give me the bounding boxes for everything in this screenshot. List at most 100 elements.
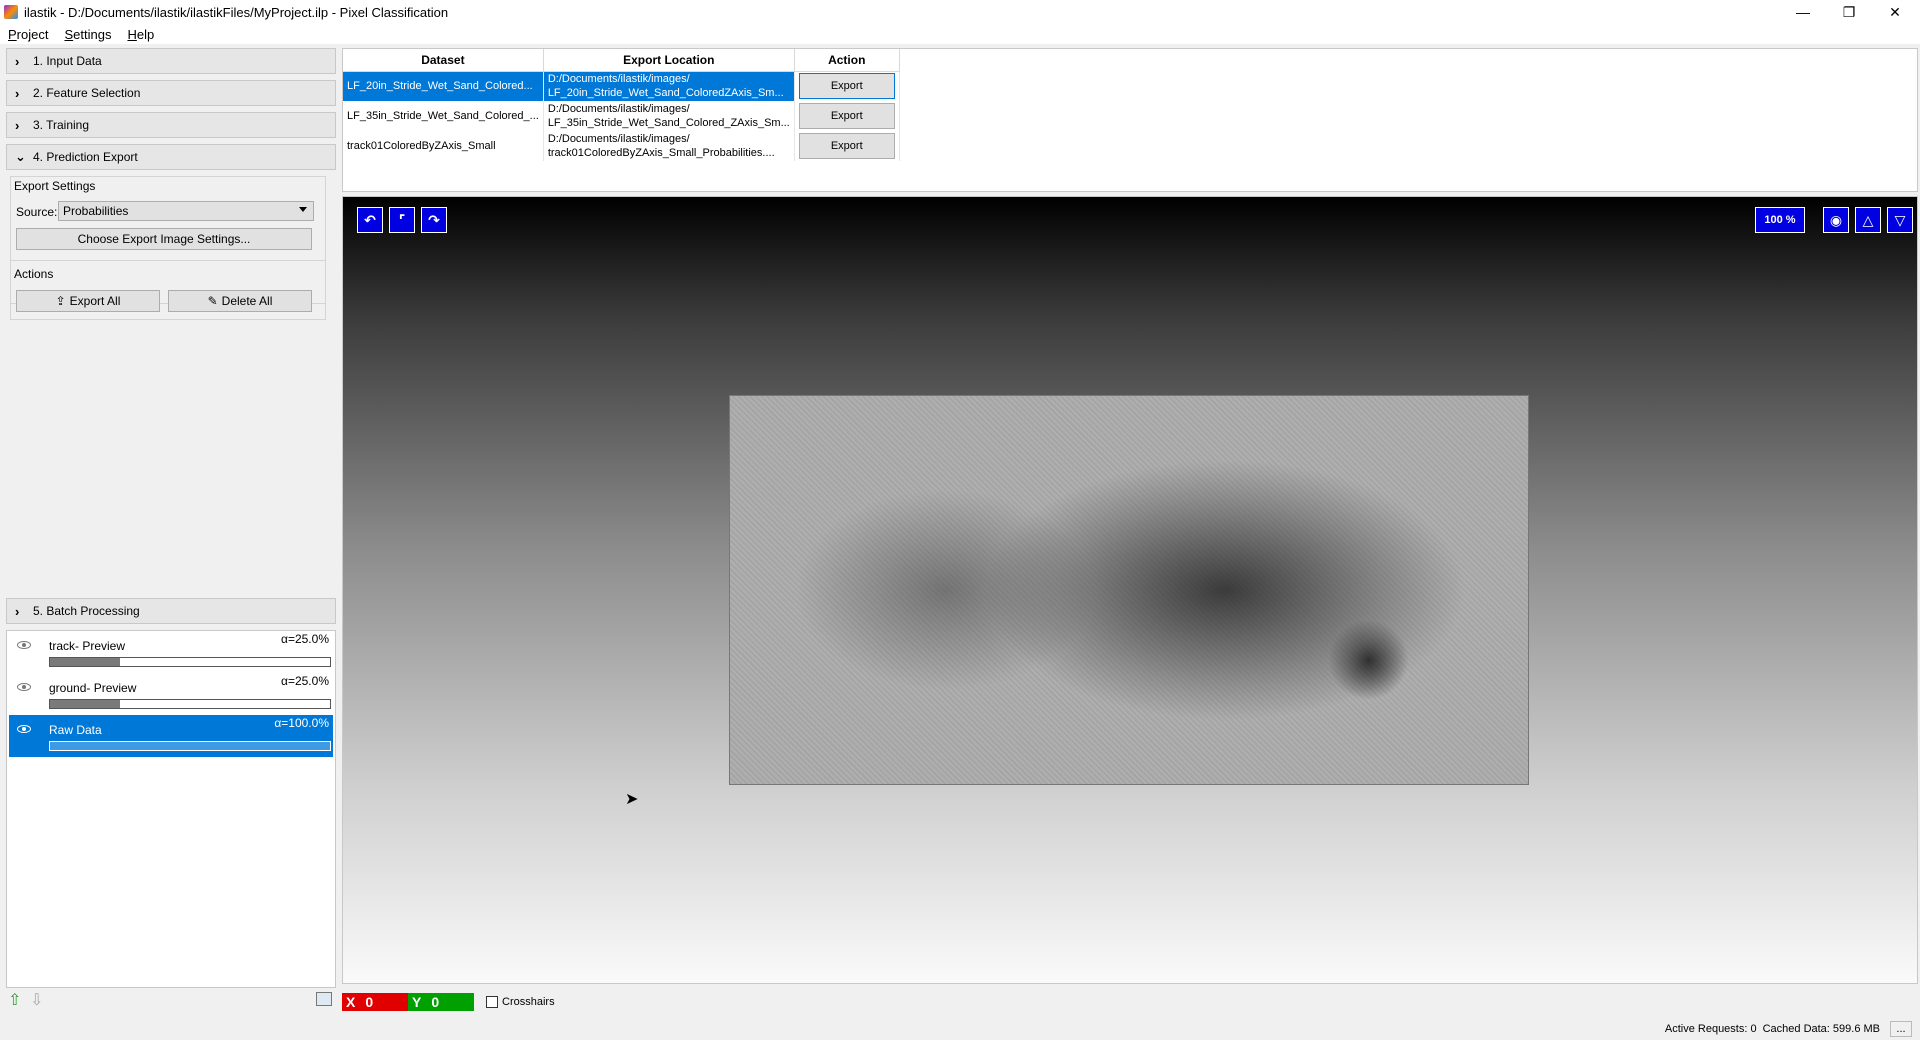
actions-title: Actions — [14, 267, 54, 281]
menu-settings[interactable]: Settings — [64, 27, 111, 42]
crosshairs-label: Crosshairs — [502, 996, 555, 1008]
export-location-file: track01ColoredByZAxis_Small_Probabilitie… — [547, 147, 775, 159]
fit-view-icon[interactable]: ⌜ — [389, 207, 415, 233]
y-coordinate[interactable]: Y 0 — [408, 993, 474, 1011]
dataset-cell[interactable]: LF_20in_Stride_Wet_Sand_Colored... — [343, 71, 544, 101]
applet-label: 5. Batch Processing — [33, 604, 140, 618]
window-title: ilastik - D:/Documents/ilastik/ilastikFi… — [24, 4, 449, 20]
export-icon: ⇪ — [55, 294, 66, 308]
applet-prediction-export[interactable]: ⌄ 4. Prediction Export — [6, 144, 336, 170]
export-location-cell[interactable]: D:/Documents/ilastik/images/ LF_20in_Str… — [543, 71, 795, 101]
export-location-cell[interactable]: D:/Documents/ilastik/images/ track01Colo… — [543, 131, 795, 161]
status-more-button[interactable]: ... — [1890, 1021, 1912, 1037]
menu-project[interactable]: Project — [8, 27, 48, 42]
choose-export-image-settings-button[interactable]: Choose Export Image Settings... — [16, 228, 312, 250]
chevron-right-icon: › — [15, 117, 20, 133]
x-value: 0 — [365, 994, 374, 1010]
undo-rotate-icon[interactable]: ↶ — [357, 207, 383, 233]
raw-data-image[interactable] — [729, 395, 1529, 785]
opacity-slider[interactable] — [49, 699, 331, 709]
layer-name: track- Preview — [49, 639, 126, 653]
y-value: 0 — [431, 994, 440, 1010]
export-all-button[interactable]: ⇪ Export All — [16, 290, 160, 312]
dataset-export-table: Dataset Export Location Action LF_20in_S… — [342, 48, 1918, 192]
layer-name: Raw Data — [49, 723, 102, 737]
minimize-button[interactable]: — — [1780, 0, 1826, 24]
menu-bar: Project Settings Help — [0, 24, 1920, 44]
applet-drawer: › 1. Input Data › 2. Feature Selection ›… — [6, 48, 336, 1009]
layer-opacity: α=25.0% — [281, 632, 329, 646]
camera-icon[interactable]: ◉ — [1823, 207, 1849, 233]
column-header-export-location[interactable]: Export Location — [543, 49, 795, 72]
applet-label: 4. Prediction Export — [33, 150, 138, 164]
chevron-right-icon: › — [15, 603, 20, 619]
layer-raw-data[interactable]: Raw Data α=100.0% — [9, 715, 333, 757]
y-label: Y — [412, 994, 422, 1010]
export-location-dir: D:/Documents/ilastik/images/ — [547, 103, 690, 115]
applet-input-data[interactable]: › 1. Input Data — [6, 48, 336, 74]
layer-track-preview[interactable]: track- Preview α=25.0% — [9, 631, 333, 673]
ilastik-logo-icon — [4, 5, 18, 19]
eye-icon[interactable] — [17, 641, 31, 649]
chevron-down-icon: ⌄ — [15, 149, 26, 164]
export-button[interactable]: Export — [798, 73, 895, 100]
menu-help[interactable]: Help — [127, 27, 154, 42]
move-layer-up-icon[interactable]: ⇧ — [8, 990, 21, 1010]
layer-list: track- Preview α=25.0% ground- Preview α… — [6, 630, 336, 988]
applet-batch-processing[interactable]: › 5. Batch Processing — [6, 598, 336, 624]
crosshairs-checkbox[interactable] — [486, 996, 498, 1008]
chevron-right-icon: › — [15, 53, 20, 69]
title-bar: ilastik - D:/Documents/ilastik/ilastikFi… — [0, 0, 1920, 24]
layer-opacity: α=25.0% — [281, 674, 329, 688]
export-settings-title: Export Settings — [14, 179, 96, 193]
column-header-dataset[interactable]: Dataset — [343, 49, 544, 72]
export-button[interactable]: Export — [798, 103, 895, 129]
image-viewer[interactable]: ↶ ⌜ ↷ 100 % ◉ △ ▽ ➤ — [342, 196, 1918, 984]
source-label: Source: — [16, 205, 58, 219]
column-header-action[interactable]: Action — [794, 49, 900, 72]
layer-opacity: α=100.0% — [274, 716, 329, 730]
delete-all-button[interactable]: ✎ Delete All — [168, 290, 312, 312]
redo-rotate-icon[interactable]: ↷ — [421, 207, 447, 233]
chevron-down-icon — [299, 207, 307, 212]
action-cell: Export — [794, 131, 900, 161]
export-location-cell[interactable]: D:/Documents/ilastik/images/ LF_35in_Str… — [543, 101, 795, 131]
zoom-level-button[interactable]: 100 % — [1755, 207, 1805, 233]
eye-icon[interactable] — [17, 725, 31, 733]
table-row[interactable]: LF_20in_Stride_Wet_Sand_Colored... D:/Do… — [343, 71, 900, 101]
layer-ground-preview[interactable]: ground- Preview α=25.0% — [9, 673, 333, 715]
source-select[interactable]: Probabilities — [58, 201, 314, 221]
applet-label: 1. Input Data — [33, 54, 102, 68]
export-button[interactable]: Export — [798, 133, 895, 159]
move-layer-down-icon[interactable]: ⇩ — [30, 990, 43, 1010]
opacity-fill — [50, 742, 330, 750]
triangle-up-icon[interactable]: △ — [1855, 207, 1881, 233]
export-location-dir: D:/Documents/ilastik/images/ — [547, 133, 690, 145]
cached-data: Cached Data: 599.6 MB — [1762, 1023, 1880, 1035]
x-label: X — [346, 994, 356, 1010]
chevron-right-icon: › — [15, 85, 20, 101]
export-location-file: LF_35in_Stride_Wet_Sand_Colored_ZAxis_Sm… — [547, 117, 790, 129]
applet-label: 3. Training — [33, 118, 90, 132]
applet-feature-selection[interactable]: › 2. Feature Selection — [6, 80, 336, 106]
dataset-cell[interactable]: track01ColoredByZAxis_Small — [343, 131, 544, 161]
dataset-cell[interactable]: LF_35in_Stride_Wet_Sand_Colored_... — [343, 101, 544, 131]
restore-button[interactable]: ❐ — [1826, 0, 1872, 24]
layer-name: ground- Preview — [49, 681, 137, 695]
x-coordinate[interactable]: X 0 — [342, 993, 408, 1011]
applet-training[interactable]: › 3. Training — [6, 112, 336, 138]
close-button[interactable]: ✕ — [1872, 0, 1918, 24]
export-all-label: Export All — [69, 294, 121, 308]
opacity-slider[interactable] — [49, 741, 331, 751]
status-bar: Active Requests: 0 Cached Data: 599.6 MB… — [0, 1018, 1920, 1040]
table-row[interactable]: track01ColoredByZAxis_Small D:/Documents… — [343, 131, 900, 161]
triangle-down-icon[interactable]: ▽ — [1887, 207, 1913, 233]
broom-icon: ✎ — [207, 294, 218, 308]
opacity-fill — [50, 700, 120, 708]
layer-controls: ⇧ ⇩ — [6, 990, 336, 1010]
eye-icon[interactable] — [17, 683, 31, 691]
layer-settings-icon[interactable] — [316, 992, 332, 1006]
opacity-slider[interactable] — [49, 657, 331, 667]
applet-label: 2. Feature Selection — [33, 86, 141, 100]
table-row[interactable]: LF_35in_Stride_Wet_Sand_Colored_... D:/D… — [343, 101, 900, 131]
